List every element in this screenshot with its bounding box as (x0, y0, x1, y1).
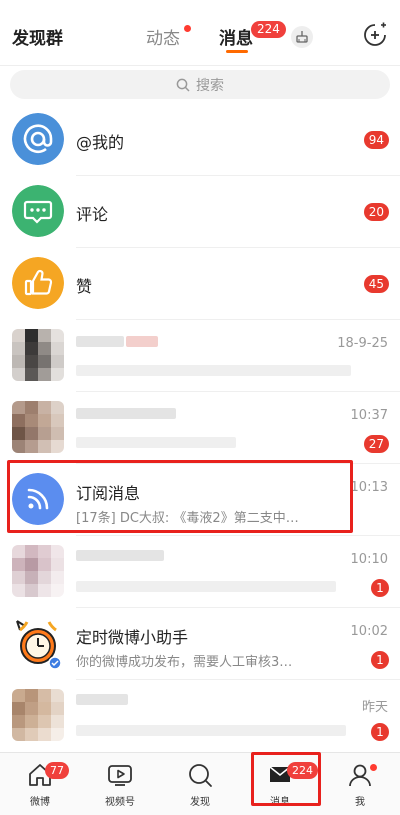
message-row-private[interactable]: 18-9-25 (0, 320, 400, 392)
message-title: @我的 (76, 133, 125, 152)
nav-home[interactable]: 77 微博 (0, 753, 80, 815)
profile-unread-dot (370, 764, 377, 771)
avatar (12, 545, 64, 597)
message-row-comments[interactable]: 评论 20 (0, 176, 400, 248)
thumbs-up-icon (12, 257, 64, 309)
search-icon (176, 78, 190, 92)
unread-badge: 1 (371, 579, 389, 597)
discover-groups-link[interactable]: 发现群 (12, 24, 63, 49)
message-row-private[interactable]: 10:37 27 (0, 392, 400, 464)
avatar (12, 329, 64, 381)
message-row-private[interactable]: 昨天 1 (0, 680, 400, 752)
nav-label: 微博 (30, 797, 50, 808)
alarm-clock-icon (12, 617, 64, 670)
message-time: 昨天 (361, 700, 388, 715)
bottom-nav: 77 微博 视频号 发现 224 消息 我 (0, 752, 400, 815)
message-row-mentions[interactable]: @我的 94 (0, 104, 400, 176)
search-bar[interactable]: 搜索 (10, 70, 390, 99)
message-title: 定时微博小助手 (76, 628, 189, 647)
avatar (12, 401, 64, 453)
message-count-badge: 224 (251, 21, 286, 38)
message-title: 赞 (76, 277, 93, 296)
message-row-likes[interactable]: 赞 45 (0, 248, 400, 320)
message-row-scheduled-post-assistant[interactable]: 定时微博小助手 你的微博成功发布，需要人工审核3… 10:02 1 (0, 608, 400, 680)
at-icon (12, 113, 64, 165)
broom-icon[interactable] (291, 26, 313, 48)
message-preview: 你的微博成功发布，需要人工审核3… (76, 655, 293, 670)
message-time: 10:02 (350, 624, 388, 639)
message-row-private[interactable]: 10:10 1 (0, 536, 400, 608)
unread-badge: 1 (371, 651, 389, 669)
add-chat-icon[interactable] (362, 22, 388, 48)
nav-video[interactable]: 视频号 (80, 753, 160, 815)
discover-icon (189, 764, 212, 787)
unread-badge: 27 (363, 435, 389, 453)
message-time: 10:10 (350, 552, 388, 567)
home-badge: 77 (45, 762, 69, 779)
message-time: 10:13 (350, 480, 388, 495)
comment-icon (12, 185, 64, 237)
avatar (12, 689, 64, 741)
tab-messages[interactable]: 消息 (219, 24, 253, 49)
active-tab-indicator (226, 50, 248, 53)
message-time: 10:37 (350, 408, 388, 423)
unread-badge: 1 (371, 723, 389, 741)
unread-badge: 94 (363, 131, 389, 149)
feed-unread-dot (184, 25, 191, 32)
nav-label: 我 (355, 797, 365, 808)
nav-label: 发现 (190, 797, 210, 808)
messages-tab-highlight (251, 752, 321, 806)
nav-label: 视频号 (105, 797, 135, 808)
unread-badge: 45 (363, 275, 389, 293)
tab-feed[interactable]: 动态 (146, 24, 180, 49)
unread-badge: 20 (363, 203, 389, 221)
top-divider (0, 65, 400, 66)
search-placeholder: 搜索 (196, 77, 224, 94)
top-bar: 发现群 动态 消息 224 (0, 0, 400, 66)
subscription-row-highlight (7, 460, 353, 533)
video-icon (108, 765, 132, 786)
nav-profile[interactable]: 我 (320, 753, 400, 815)
message-time: 18-9-25 (337, 336, 388, 351)
message-title: 评论 (76, 205, 109, 224)
nav-discover[interactable]: 发现 (160, 753, 240, 815)
